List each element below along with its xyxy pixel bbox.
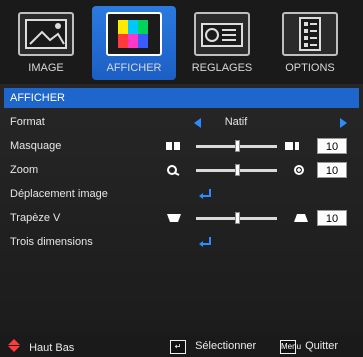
menu-row-deplacement-image[interactable]: Déplacement image	[4, 184, 359, 204]
slider-value: 10	[317, 210, 347, 226]
right-arrow-icon[interactable]	[340, 118, 347, 128]
display-icon	[106, 12, 162, 56]
tab-image[interactable]: IMAGE	[4, 6, 88, 80]
menu-key-icon: Menu	[280, 340, 301, 354]
footer-hints: Haut Bas ↵ Sélectionner Menu Quitter	[0, 335, 363, 357]
menu-row-format[interactable]: Format Natif	[4, 112, 359, 132]
hint-select: ↵ Sélectionner	[170, 339, 257, 354]
tab-options[interactable]: OPTIONS	[268, 6, 352, 80]
keystone-slider[interactable]: 10	[166, 208, 347, 228]
enter-icon[interactable]	[198, 188, 212, 200]
tab-reglages[interactable]: REGLAGES	[180, 6, 264, 80]
slider-knob[interactable]	[234, 212, 240, 224]
section-title: AFFICHER	[4, 88, 359, 108]
menu-row-label: Format	[10, 116, 45, 128]
hint-quit: Menu Quitter	[280, 339, 339, 354]
slider-knob[interactable]	[234, 140, 240, 152]
menu-row-trois-dimensions[interactable]: Trois dimensions	[4, 232, 359, 252]
enter-key-icon: ↵	[170, 340, 186, 354]
menu-row-trapeze-v[interactable]: Trapèze V 10	[4, 208, 359, 228]
tab-label: OPTIONS	[285, 62, 335, 74]
menu-row-masquage[interactable]: Masquage 10	[4, 136, 359, 156]
keystone-max-icon	[294, 214, 308, 222]
tab-afficher[interactable]: AFFICHER	[92, 6, 176, 80]
menu-row-label: Trois dimensions	[10, 236, 93, 248]
menu-row-label: Trapèze V	[10, 212, 61, 224]
hint-quit-label: Quitter	[305, 340, 339, 352]
image-icon	[18, 12, 74, 56]
zoom-out-icon	[167, 165, 180, 176]
up-down-icon	[8, 339, 20, 352]
keystone-min-icon	[167, 214, 181, 222]
format-value: Natif	[224, 116, 248, 128]
tab-label: AFFICHER	[106, 62, 162, 74]
hint-select-label: Sélectionner	[195, 340, 257, 352]
tab-bar: IMAGE AFFICHER REGLAGES OPTIONS	[0, 0, 363, 84]
hint-up-down: Haut Bas	[8, 339, 75, 354]
slider-knob[interactable]	[234, 164, 240, 176]
masquage-max-icon	[285, 142, 299, 150]
enter-icon[interactable]	[198, 236, 212, 248]
masquage-slider[interactable]: 10	[166, 136, 347, 156]
options-icon	[282, 12, 338, 56]
masquage-min-icon	[166, 142, 180, 150]
zoom-slider[interactable]: 10	[166, 160, 347, 180]
menu-row-label: Masquage	[10, 140, 62, 152]
projector-osd: IMAGE AFFICHER REGLAGES OPTIONS AFFICHER…	[0, 0, 363, 357]
zoom-in-icon	[294, 165, 304, 175]
menu-row-zoom[interactable]: Zoom 10	[4, 160, 359, 180]
slider-value: 10	[317, 138, 347, 154]
menu-row-label: Zoom	[10, 164, 39, 176]
tab-label: IMAGE	[28, 62, 64, 74]
menu-row-label: Déplacement image	[10, 188, 108, 200]
settings-icon	[194, 12, 250, 56]
tab-label: REGLAGES	[191, 62, 253, 74]
slider-value: 10	[317, 162, 347, 178]
hint-up-down-label: Haut Bas	[29, 342, 75, 354]
